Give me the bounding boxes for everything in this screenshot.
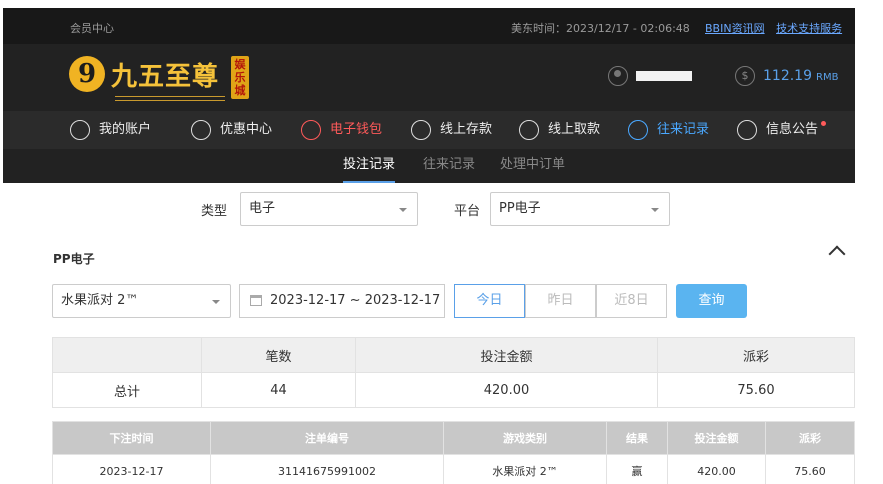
summary-row: 总计 44 420.00 75.60 [52,372,855,408]
yesterday-button[interactable]: 昨日 [525,284,596,318]
notification-dot [821,121,827,126]
type-label: 类型 [201,204,228,219]
tab-bet-records[interactable]: 投注记录 [343,149,396,183]
wallet-icon [301,119,321,140]
details-header-cell: 下注时间 [52,421,211,455]
game-select-value: 水果派对 2™ [61,293,139,308]
summary-cell: 44 [201,372,356,408]
nav-item-promotions[interactable]: 优惠中心 [191,111,272,149]
type-select-value: 电子 [249,201,276,216]
main-nav: 我的账户 优惠中心 电子钱包 线上存款 线上取款 往来记录 信息公告 [3,111,855,149]
balance-amount: 112.19 [763,68,812,84]
payout-cell: 75.60 [765,454,855,484]
top-bar: 会员中心 美东时间：2023/12/17 - 02:06:48 BBIN资讯网 … [3,8,855,44]
header: 9 九五至尊 娱乐城 $112.19 RMB [3,44,855,111]
dollar-icon: $ [735,66,755,86]
type-select[interactable]: 电子 [240,192,418,226]
today-button[interactable]: 今日 [454,284,525,318]
platform-label: 平台 [454,204,481,219]
balance-unit: RMB [816,72,839,83]
platform-select[interactable]: PP电子 [490,192,670,226]
withdraw-icon [519,119,539,140]
logo-ornament [115,96,225,101]
logo-text: 九五至尊 [111,62,220,92]
nav-item-records[interactable]: 往来记录 [628,111,709,149]
bet-id-cell: 31141675991002 [210,454,444,484]
details-header-cell: 结果 [606,421,668,455]
calendar-icon [250,295,262,306]
tab-transaction-records[interactable]: 往来记录 [423,149,475,183]
platform-select-value: PP电子 [499,201,541,216]
date-range-value: 2023-12-17 ~ 2023-12-17 [270,293,441,308]
member-center-link[interactable]: 会员中心 [70,20,114,36]
result-cell: 赢 [606,454,668,484]
summary-cell: 总计 [52,372,202,408]
records-icon [628,119,648,140]
details-header-cell: 投注金额 [667,421,766,455]
game-select[interactable]: 水果派对 2™ [52,284,231,318]
summary-header-cell: 投注金额 [355,337,658,373]
summary-cell: 420.00 [355,372,658,408]
nav-label: 线上存款 [440,122,493,137]
logo-tag: 娱乐城 [231,56,249,99]
balance-display: $112.19 RMB [735,66,838,86]
nav-label: 优惠中心 [220,122,273,137]
user-avatar-icon [608,66,628,86]
summary-header-cell [52,337,202,373]
chevron-down-icon [212,300,220,304]
deposit-icon [411,119,431,140]
nav-label: 往来记录 [657,122,710,137]
details-header-cell: 注单编号 [210,421,444,455]
nav-label: 信息公告 [766,122,819,137]
summary-header-cell: 笔数 [201,337,356,373]
user-info[interactable] [608,66,692,86]
query-button[interactable]: 查询 [676,284,747,318]
collapse-chevron-up-icon[interactable] [828,245,846,263]
date-range-input[interactable]: 2023-12-17 ~ 2023-12-17 [239,284,445,318]
table-row[interactable]: 2023-12-17 31141675991002 水果派对 2™ 赢 420.… [52,454,855,484]
user-circle-icon [70,119,90,140]
nav-item-e-wallet[interactable]: 电子钱包 [301,111,382,149]
details-header-cell: 派彩 [765,421,855,455]
page-frame: 会员中心 美东时间：2023/12/17 - 02:06:48 BBIN资讯网 … [3,8,855,484]
section-title: PP电子 [53,252,95,266]
logo-emblem: 9 [69,56,105,92]
details-header-row: 下注时间 注单编号 游戏类别 结果 投注金额 派彩 [52,421,855,455]
chevron-down-icon [651,208,659,212]
bell-icon [737,119,757,140]
gift-icon [191,119,211,140]
bet-time-cell: 2023-12-17 [52,454,211,484]
bet-amount-cell: 420.00 [667,454,766,484]
game-type-cell: 水果派对 2™ [443,454,607,484]
chevron-down-icon [399,208,407,212]
details-table: 下注时间 注单编号 游戏类别 结果 投注金额 派彩 2023-12-17 311… [52,421,855,484]
tech-support-link[interactable]: 技术支持服务 [776,22,842,35]
nav-item-announcements[interactable]: 信息公告 [737,111,827,149]
last-8-days-button[interactable]: 近8日 [596,284,667,318]
brand-logo[interactable]: 9 九五至尊 娱乐城 [69,54,259,104]
server-time: 美东时间：2023/12/17 - 02:06:48 [511,22,690,35]
details-header-cell: 游戏类别 [443,421,607,455]
nav-label: 线上取款 [548,122,601,137]
nav-item-deposit[interactable]: 线上存款 [411,111,492,149]
nav-label: 我的账户 [99,122,152,137]
tab-pending-orders[interactable]: 处理中订单 [500,149,565,183]
sub-nav: 投注记录 往来记录 处理中订单 [3,149,855,183]
nav-item-my-account[interactable]: 我的账户 [70,111,151,149]
bbin-info-link[interactable]: BBIN资讯网 [705,22,765,35]
summary-header-row: 笔数 投注金额 派彩 [52,337,855,373]
summary-table: 笔数 投注金额 派彩 总计 44 420.00 75.60 [52,337,855,408]
summary-cell: 75.60 [657,372,855,408]
username-masked [636,71,692,81]
nav-label: 电子钱包 [330,122,383,137]
summary-header-cell: 派彩 [657,337,855,373]
nav-item-withdraw[interactable]: 线上取款 [519,111,600,149]
